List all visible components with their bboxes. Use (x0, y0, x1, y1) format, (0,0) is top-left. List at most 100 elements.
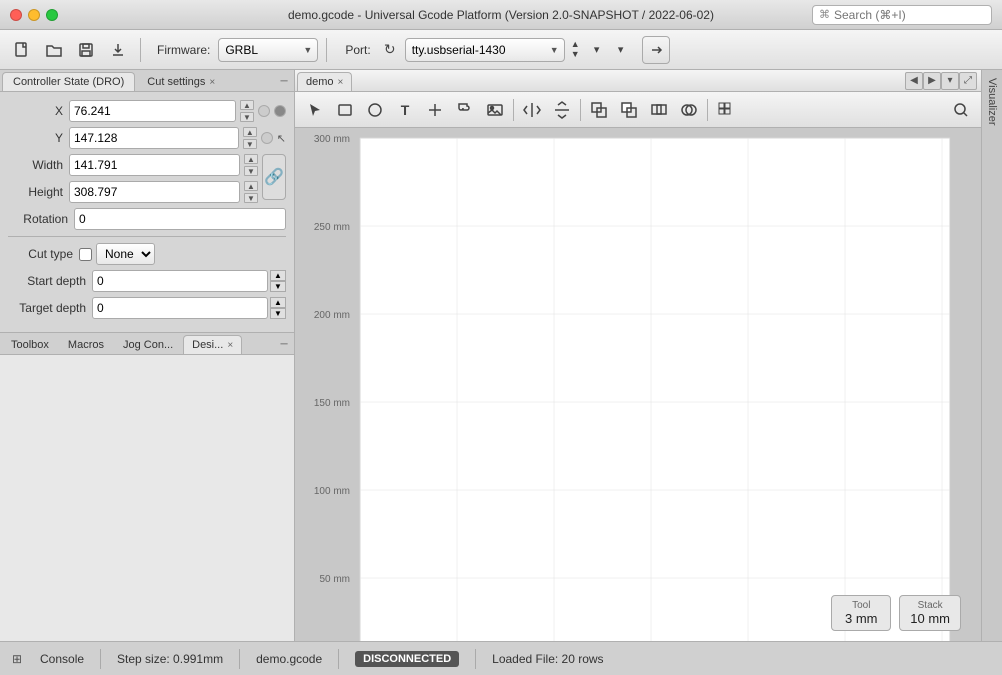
canvas-nav-next[interactable]: ▶ (923, 72, 941, 90)
rotation-input[interactable] (74, 208, 286, 230)
grid-tool[interactable] (712, 96, 740, 124)
puzzle-tool[interactable] (451, 96, 479, 124)
tab-minimize-button[interactable]: ─ (276, 74, 292, 90)
save-file-button[interactable] (72, 36, 100, 64)
window-controls (10, 9, 58, 21)
rectangle-tool[interactable] (331, 96, 359, 124)
cut-type-select[interactable]: None (96, 243, 155, 265)
tab-toolbox[interactable]: Toolbox (2, 335, 58, 354)
cursor-tool[interactable] (301, 96, 329, 124)
image-tool[interactable] (481, 96, 509, 124)
extra-btn-1[interactable]: ▾ (586, 39, 608, 61)
height-spin-down[interactable]: ▼ (244, 193, 258, 203)
search-box[interactable]: ⌘ (812, 5, 992, 25)
tab-jog-controller[interactable]: Jog Con... (114, 335, 182, 354)
height-input[interactable] (69, 181, 240, 203)
ct-sep-2 (580, 99, 581, 121)
cut-type-checkbox[interactable] (79, 248, 92, 261)
port-down-arrow[interactable]: ▼ (571, 50, 580, 60)
tool-info: Tool 3 mm Stack 10 mm (831, 595, 961, 631)
target-depth-down[interactable]: ▼ (270, 308, 286, 319)
start-depth-down[interactable]: ▼ (270, 281, 286, 292)
search-icon: ⌘ (819, 8, 830, 21)
firmware-select[interactable]: GRBL (218, 38, 318, 62)
cross-tool[interactable] (421, 96, 449, 124)
tab-cut-settings[interactable]: Cut settings × (136, 72, 226, 91)
canvas-nav-prev[interactable]: ◀ (905, 72, 923, 90)
toolbar-sep-1 (140, 38, 141, 62)
circle-tool[interactable] (361, 96, 389, 124)
x-input[interactable] (69, 100, 236, 122)
start-depth-spin: ▲ ▼ (270, 270, 286, 292)
x-spin-down[interactable]: ▼ (240, 112, 254, 122)
intersect-tool[interactable] (645, 96, 673, 124)
canvas-header: demo × ◀ ▶ ▾ ⤢ (295, 70, 981, 92)
divider-1 (8, 236, 286, 237)
extra-btn-2[interactable]: ▾ (610, 39, 632, 61)
target-depth-up[interactable]: ▲ (270, 297, 286, 308)
width-row: Width ▲ ▼ (8, 154, 258, 176)
canvas-tab-demo[interactable]: demo × (297, 72, 352, 91)
x-spin-up[interactable]: ▲ (240, 100, 254, 110)
design-tab-close[interactable]: × (227, 340, 233, 351)
minimize-button[interactable] (28, 9, 40, 21)
x-row: X ▲ ▼ (8, 100, 286, 122)
y-spin-down[interactable]: ▼ (243, 139, 257, 149)
close-button[interactable] (10, 9, 22, 21)
connect-button[interactable] (642, 36, 670, 64)
canvas-grid-svg: 300 mm 250 mm 200 mm 150 mm 100 mm 50 mm… (295, 128, 981, 641)
y-spin-up[interactable]: ▲ (243, 127, 257, 137)
height-row: Height ▲ ▼ (8, 181, 258, 203)
canvas-tab-close[interactable]: × (338, 77, 344, 88)
flip-v-tool[interactable] (548, 96, 576, 124)
port-select[interactable]: tty.usbserial-1430 (405, 38, 565, 62)
text-tool[interactable]: T (391, 96, 419, 124)
connection-status: DISCONNECTED (355, 651, 459, 667)
height-spin-up[interactable]: ▲ (244, 181, 258, 191)
cut-settings-close[interactable]: × (209, 77, 215, 88)
target-depth-label: Target depth (8, 301, 86, 315)
y-input[interactable] (69, 127, 239, 149)
status-bar: ⊞ Console Step size: 0.991mm demo.gcode … (0, 641, 1002, 675)
tool-value: 3 mm (842, 611, 880, 626)
width-spin-down[interactable]: ▼ (244, 166, 258, 176)
start-depth-label: Start depth (8, 274, 86, 288)
width-spin-up[interactable]: ▲ (244, 154, 258, 164)
cursor-icon[interactable]: ↖ (277, 132, 286, 145)
ct-sep-3 (707, 99, 708, 121)
intersect2-tool[interactable] (675, 96, 703, 124)
status-div-3 (338, 649, 339, 669)
console-label: Console (40, 652, 84, 666)
visualizer-tab[interactable]: Visualizer (981, 70, 1002, 641)
open-file-button[interactable] (40, 36, 68, 64)
tab-macros[interactable]: Macros (59, 335, 113, 354)
canvas-nav-menu[interactable]: ▾ (941, 72, 959, 90)
tab-controller-state[interactable]: Controller State (DRO) (2, 72, 135, 91)
flip-h-tool[interactable] (518, 96, 546, 124)
canvas-nav-expand[interactable]: ⤢ (959, 72, 977, 90)
svg-text:50 mm: 50 mm (319, 574, 350, 585)
search-canvas-button[interactable] (947, 96, 975, 124)
target-depth-input[interactable] (92, 297, 268, 319)
search-input[interactable] (834, 8, 985, 22)
width-input[interactable] (69, 154, 240, 176)
start-depth-input[interactable] (92, 270, 268, 292)
target-depth-spin: ▲ ▼ (270, 297, 286, 319)
subtract-tool[interactable] (615, 96, 643, 124)
new-file-button[interactable] (8, 36, 36, 64)
bottom-tab-bar: Toolbox Macros Jog Con... Desi... × ─ (0, 332, 294, 355)
toolbar-sep-2 (326, 38, 327, 62)
tab-design[interactable]: Desi... × (183, 335, 242, 354)
union-tool[interactable] (585, 96, 613, 124)
bottom-tab-minimize[interactable]: ─ (276, 337, 292, 353)
window-title: demo.gcode - Universal Gcode Platform (V… (288, 8, 714, 22)
link-dimensions-button[interactable]: 🔗 (262, 154, 286, 200)
left-panel: Controller State (DRO) Cut settings × ─ … (0, 70, 295, 641)
port-refresh-button[interactable]: ↻ (379, 39, 401, 61)
probe-button[interactable] (104, 36, 132, 64)
width-label: Width (8, 158, 63, 172)
start-depth-up[interactable]: ▲ (270, 270, 286, 281)
maximize-button[interactable] (46, 9, 58, 21)
title-bar: demo.gcode - Universal Gcode Platform (V… (0, 0, 1002, 30)
svg-text:300 mm: 300 mm (314, 134, 350, 145)
